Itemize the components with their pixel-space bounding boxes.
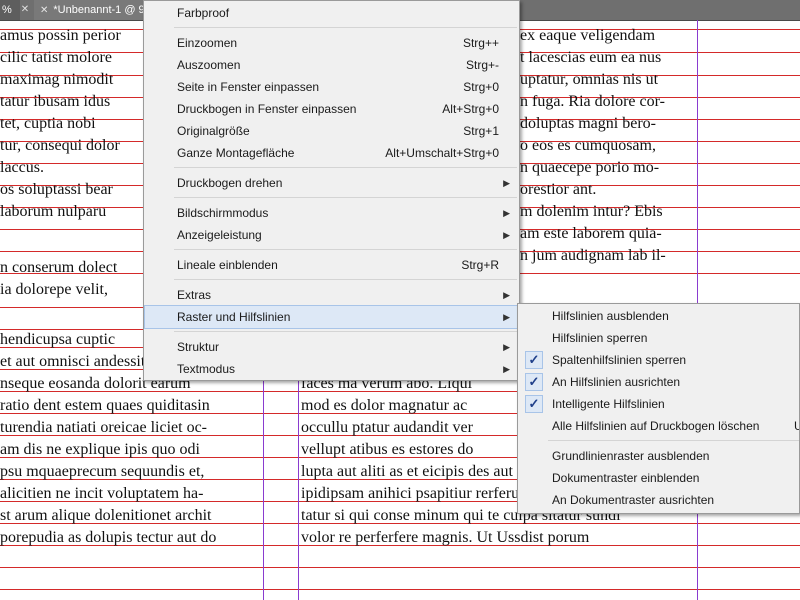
menu-item-label: Textmodus: [177, 362, 236, 376]
menu-item[interactable]: Einzoomen Strg++: [145, 32, 518, 54]
text-line: os soluptassi bear: [0, 181, 113, 198]
menu-item-label: Anzeigeleistung: [177, 228, 262, 242]
submenu-item-label: Dokumentraster einblenden: [552, 471, 700, 485]
menu-item[interactable]: Druckbogen in Fenster einpassen Alt+Strg+…: [145, 98, 518, 120]
submenu-item-label: Grundlinienraster ausblenden: [552, 449, 710, 463]
menu-item[interactable]: Druckbogen drehen ▶: [145, 172, 518, 194]
submenu-item-label: Alle Hilfslinien auf Druckbogen löschen: [552, 419, 760, 433]
text-line: vellupt atibus es estores do: [301, 441, 474, 458]
menu-item[interactable]: Anzeigeleistung ▶: [145, 224, 518, 246]
text-line: porepudia as dolupis tectur aut do: [0, 529, 217, 546]
submenu-item-shortcut: U: [794, 415, 799, 437]
submenu-item-label: Hilfslinien sperren: [552, 331, 648, 345]
menu-separator: [174, 167, 517, 168]
submenu-arrow-icon: ▶: [503, 208, 510, 218]
checkmark-icon: ✓: [525, 395, 543, 413]
menu-item[interactable]: Auszoomen Strg+-: [145, 54, 518, 76]
submenu-item-label: Spaltenhilfslinien sperren: [552, 353, 687, 367]
menu-item-label: Seite in Fenster einpassen: [177, 80, 320, 94]
text-line: amus possin perior: [0, 27, 121, 44]
submenu-item-label: Intelligente Hilfslinien: [552, 397, 665, 411]
menu-item-label: Struktur: [177, 340, 220, 354]
menu-item[interactable]: Struktur ▶: [145, 336, 518, 358]
menu-separator: [174, 249, 517, 250]
text-line: tet, cuptia nobi: [0, 115, 96, 132]
menu-separator: [174, 331, 517, 332]
menu-item[interactable]: Seite in Fenster einpassen Strg+0: [145, 76, 518, 98]
menu-item-label: Druckbogen drehen: [177, 176, 283, 190]
submenu-item[interactable]: ✓ Spaltenhilfslinien sperren: [519, 349, 799, 371]
menu-separator: [174, 197, 517, 198]
menu-item[interactable]: Originalgröße Strg+1: [145, 120, 518, 142]
menu-item-label: Lineale einblenden: [177, 258, 278, 272]
text-line: mod es dolor magnatur ac: [301, 397, 468, 414]
text-line: turendia natiati oreicae liciet oc-: [0, 419, 207, 436]
menu-separator: [174, 279, 517, 280]
submenu-item[interactable]: Hilfslinien sperren: [519, 327, 799, 349]
menu-item-shortcut: Strg+0: [463, 80, 499, 94]
menu-item-shortcut: Strg+1: [463, 124, 499, 138]
submenu-item-label: An Hilfslinien ausrichten: [552, 375, 681, 389]
menu-item[interactable]: Lineale einblenden Strg+R: [145, 254, 518, 276]
menu-item-label: Farbproof: [177, 6, 230, 20]
text-line: volor re perferfere magnis. Ut Ussdist p…: [301, 529, 590, 546]
text-line: n conserum dolect: [0, 259, 118, 276]
menu-item-label: Originalgröße: [177, 124, 250, 138]
text-line: occullu ptatur audandit ver: [301, 419, 473, 436]
text-line: ratio dent estem quaes quiditasin: [0, 397, 210, 414]
checkmark-icon: ✓: [525, 373, 543, 391]
menu-separator: [548, 440, 799, 441]
text-line: tatur ibusam idus: [0, 93, 111, 110]
text-line: maximag nimodit: [0, 71, 114, 88]
submenu-arrow-icon: ▶: [503, 342, 510, 352]
submenu-arrow-icon: ▶: [503, 364, 510, 374]
menu-item-shortcut: Strg++: [462, 36, 499, 50]
menu-item[interactable]: Ganze Montagefläche Alt+Umschalt+Strg+0: [145, 142, 518, 164]
menu-item-label: Ganze Montagefläche: [177, 146, 295, 160]
submenu-item[interactable]: An Dokumentraster ausrichten: [519, 489, 799, 511]
menu-item[interactable]: Raster und Hilfslinien ▶: [144, 305, 519, 329]
menu-item-shortcut: Alt+Umschalt+Strg+0: [385, 146, 499, 160]
submenu-item-label: Hilfslinien ausblenden: [552, 309, 669, 323]
menu-separator: [174, 27, 517, 28]
menu-item-label: Extras: [177, 288, 212, 302]
menu-item-label: Auszoomen: [177, 58, 241, 72]
text-line: ia dolorepe velit,: [0, 281, 108, 298]
text-line: cilic tatist molore: [0, 49, 112, 66]
text-line: hendicupsa cuptic: [0, 331, 116, 348]
menu-item-label: Einzoomen: [177, 36, 238, 50]
text-line: tur, consequi dolor: [0, 137, 120, 154]
submenu-arrow-icon: ▶: [503, 230, 510, 240]
text-line: st arum alique dolenitionet archit: [0, 507, 212, 524]
menu-item-label: Raster und Hilfslinien: [177, 310, 291, 324]
submenu-arrow-icon: ▶: [503, 312, 510, 322]
text-line: laborum nulparu: [0, 203, 107, 220]
menu-item[interactable]: Bildschirmmodus ▶: [145, 202, 518, 224]
text-line: laccus.: [0, 159, 44, 176]
submenu-item[interactable]: ✓ Intelligente Hilfslinien: [519, 393, 799, 415]
submenu-item[interactable]: ✓ An Hilfslinien ausrichten: [519, 371, 799, 393]
submenu-item[interactable]: Dokumentraster einblenden: [519, 467, 799, 489]
menu-item[interactable]: Farbproof: [145, 2, 518, 24]
text-line: psu mquaeprecum sequundis et,: [0, 463, 205, 480]
menu-item[interactable]: Textmodus ▶: [145, 358, 518, 380]
submenu-item[interactable]: Grundlinienraster ausblenden: [519, 445, 799, 467]
menu-item-shortcut: Strg+R: [461, 258, 499, 272]
submenu-arrow-icon: ▶: [503, 290, 510, 300]
menu-item-label: Druckbogen in Fenster einpassen: [177, 102, 357, 116]
grids-guides-submenu[interactable]: Hilfslinien ausblenden Hilfslinien sperre…: [517, 303, 800, 514]
checkmark-icon: ✓: [525, 351, 543, 369]
submenu-item-label: An Dokumentraster ausrichten: [552, 493, 715, 507]
view-context-menu[interactable]: Farbproof Einzoomen Strg++ Auszoomen Strg+- S…: [143, 0, 520, 381]
menu-item-shortcut: Strg+-: [465, 58, 499, 72]
text-line: am dis ne explique ipis quo odi: [0, 441, 200, 458]
menu-item-label: Bildschirmmodus: [177, 206, 269, 220]
menu-item[interactable]: Extras ▶: [145, 284, 518, 306]
submenu-arrow-icon: ▶: [503, 178, 510, 188]
text-line: alicitien ne incit voluptatem ha-: [0, 485, 204, 502]
submenu-item[interactable]: Alle Hilfslinien auf Druckbogen löschen U: [519, 415, 799, 437]
menu-item-shortcut: Alt+Strg+0: [442, 102, 499, 116]
submenu-item[interactable]: Hilfslinien ausblenden: [519, 305, 799, 327]
